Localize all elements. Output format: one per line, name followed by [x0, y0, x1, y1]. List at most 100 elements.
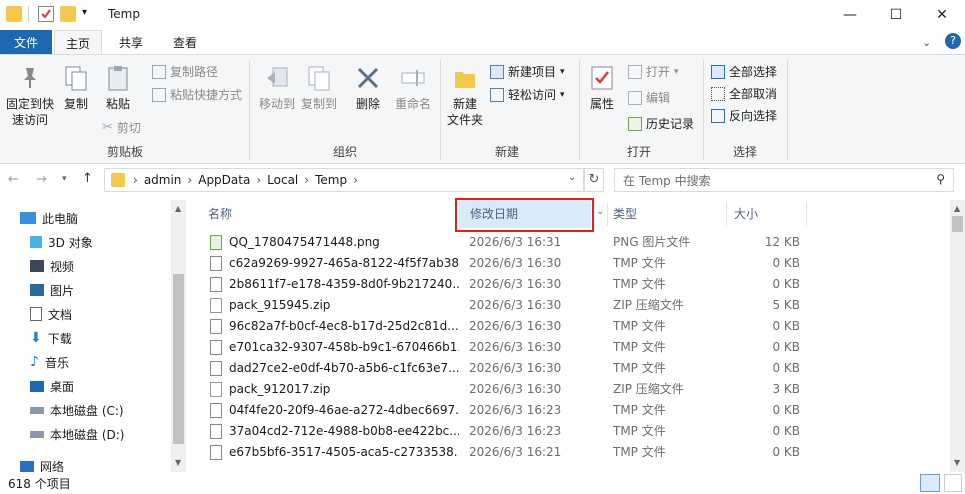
open-button[interactable]: 打开 ▾ [628, 63, 679, 80]
properties-qa-icon[interactable] [38, 6, 54, 22]
copy-path-icon [152, 64, 166, 79]
collapse-ribbon-icon[interactable]: ⌄ [922, 36, 931, 49]
rename-button[interactable]: 重命名 [390, 64, 436, 112]
easy-access-button[interactable]: 轻松访问 ▾ [490, 86, 565, 103]
minimize-button[interactable]: — [827, 0, 873, 30]
new-folder-button[interactable]: 新建 文件夹 [444, 64, 486, 128]
sidebar-item-documents[interactable]: 文档 [0, 302, 170, 326]
qa-dropdown-icon[interactable]: ▾ [82, 7, 87, 18]
new-item-button[interactable]: 新建项目 ▾ [490, 63, 565, 80]
file-row[interactable]: QQ_1780475471448.png 2026/6/3 16:31 PNG 图片… [190, 232, 950, 253]
search-input[interactable]: 在 Temp 中搜索 ⚲ [614, 168, 954, 192]
paste-shortcut-button[interactable]: 粘贴快捷方式 [152, 86, 242, 103]
sidebar-item-desktop[interactable]: 桌面 [0, 374, 170, 398]
invert-selection-button[interactable]: 反向选择 [711, 107, 777, 124]
column-divider[interactable] [726, 202, 727, 226]
properties-button[interactable]: 属性 [584, 64, 620, 112]
edit-button[interactable]: 编辑 [628, 89, 670, 106]
move-to-button[interactable]: 移动到 [256, 64, 298, 112]
column-divider[interactable] [607, 202, 608, 226]
scrollbar-thumb[interactable] [952, 216, 963, 232]
address-bar[interactable]: › admin › AppData › Local › Temp › [104, 168, 584, 192]
delete-label: 删除 [355, 97, 380, 111]
cut-button[interactable]: ✂ 剪切 [102, 119, 141, 136]
file-row[interactable]: 04f4fe20-20f9-46ae-a272-4dbec6697... 2026… [190, 400, 950, 421]
refresh-icon[interactable]: ↻ [584, 168, 604, 192]
scroll-up-icon[interactable]: ▲ [175, 204, 181, 213]
sidebar-item-network[interactable]: 网络 [0, 454, 170, 472]
sidebar-item-downloads[interactable]: ⬇ 下载 [0, 326, 170, 350]
file-row[interactable]: e701ca32-9307-458b-b9c1-670466b1... 2026/… [190, 337, 950, 358]
select-all-button[interactable]: 全部选择 [711, 63, 777, 80]
column-divider[interactable] [806, 202, 807, 226]
file-type: TMP 文件 [613, 256, 666, 270]
file-type: TMP 文件 [613, 424, 666, 438]
sidebar-item-videos[interactable]: 视频 [0, 254, 170, 278]
breadcrumb-appdata[interactable]: AppData [198, 173, 250, 187]
file-row[interactable]: e67b5bf6-3517-4505-aca5-c2733538... 2026/… [190, 442, 950, 463]
breadcrumb-admin[interactable]: admin [144, 173, 182, 187]
copy-path-button[interactable]: 复制路径 [152, 63, 218, 80]
recent-locations-icon[interactable]: ▾ [62, 174, 67, 184]
window-title: Temp [108, 7, 140, 21]
sidebar-item-drive-d[interactable]: 本地磁盘 (D:) [0, 422, 170, 446]
zip-file-icon [210, 382, 222, 397]
maximize-button[interactable]: ☐ [873, 0, 919, 30]
sidebar-item-music[interactable]: ♪ 音乐 [0, 350, 170, 374]
file-size: 12 KB [764, 235, 800, 249]
select-none-button[interactable]: 全部取消 [711, 85, 777, 102]
breadcrumb-local[interactable]: Local [267, 173, 298, 187]
history-icon [628, 116, 642, 131]
tmp-file-icon [210, 319, 222, 334]
history-button[interactable]: 历史记录 [628, 115, 694, 132]
file-row[interactable]: dad27ce2-e0df-4b70-a5b6-c1fc63e7... 2026/… [190, 358, 950, 379]
tab-view[interactable]: 查看 [160, 30, 210, 54]
pin-quick-access-button[interactable]: 固定到快 速访问 [2, 64, 58, 128]
column-filter-dropdown-icon[interactable]: ⌄ [596, 206, 604, 217]
sidebar-item-label: 此电脑 [42, 211, 79, 226]
file-list-scrollbar[interactable]: ▲ ▼ [950, 200, 965, 472]
tab-home[interactable]: 主页 [54, 30, 102, 55]
item-count: 618 个项目 [8, 477, 71, 491]
scroll-down-icon[interactable]: ▼ [175, 458, 181, 467]
address-dropdown-icon[interactable]: ⌄ [568, 172, 576, 183]
scrollbar-thumb[interactable] [173, 274, 184, 444]
file-row[interactable]: 96c82a7f-b0cf-4ec8-b17d-25d2c81d... 2026/… [190, 316, 950, 337]
column-header-name[interactable]: 名称 [208, 200, 232, 226]
tab-share[interactable]: 共享 [108, 30, 154, 54]
file-row[interactable]: pack_915945.zip 2026/6/3 16:30 ZIP 压缩文件 5 K… [190, 295, 950, 316]
title-bar [0, 0, 965, 30]
copy-to-button[interactable]: 复制到 [298, 64, 340, 112]
forward-arrow-icon[interactable]: → [36, 172, 47, 187]
column-header-type[interactable]: 类型 [613, 200, 637, 226]
pin-label: 固定到快 速访问 [5, 97, 54, 127]
new-folder-qa-icon[interactable] [60, 6, 76, 22]
column-header-size[interactable]: 大小 [734, 200, 758, 226]
breadcrumb-temp[interactable]: Temp [315, 173, 347, 187]
file-size: 0 KB [772, 403, 800, 417]
sidebar-item-pictures[interactable]: 图片 [0, 278, 170, 302]
close-button[interactable]: ✕ [919, 0, 965, 30]
file-row[interactable]: 37a04cd2-712e-4988-b0b8-ee422bc... 2026/6… [190, 421, 950, 442]
delete-button[interactable]: 删除 [350, 64, 386, 112]
scroll-down-icon[interactable]: ▼ [954, 458, 960, 467]
sidebar-item-3d-objects[interactable]: 3D 对象 [0, 230, 170, 254]
copy-button[interactable]: 复制 [60, 64, 92, 112]
file-row[interactable]: c62a9269-9927-465a-8122-4f5f7ab38... 2026… [190, 253, 950, 274]
large-icons-view-icon[interactable] [944, 474, 962, 492]
file-type: TMP 文件 [613, 403, 666, 417]
sidebar-item-drive-c[interactable]: 本地磁盘 (C:) [0, 398, 170, 422]
file-date: 2026/6/3 16:30 [469, 361, 562, 375]
dropdown-arrow-icon: ▾ [560, 89, 565, 100]
navigation-pane-scrollbar[interactable]: ▲ ▼ [171, 200, 186, 472]
paste-button[interactable]: 粘贴 [100, 64, 136, 112]
file-row[interactable]: 2b8611f7-e178-4359-8d0f-9b217240... 2026/… [190, 274, 950, 295]
back-arrow-icon[interactable]: ← [8, 172, 19, 187]
tab-file[interactable]: 文件 [0, 30, 52, 54]
file-row[interactable]: pack_912017.zip 2026/6/3 16:30 ZIP 压缩文件 3 K… [190, 379, 950, 400]
sidebar-item-this-pc[interactable]: 此电脑 [0, 206, 170, 230]
details-view-icon[interactable] [920, 474, 940, 492]
help-icon[interactable]: ? [945, 33, 961, 49]
up-arrow-icon[interactable]: ↑ [82, 171, 93, 186]
scroll-up-icon[interactable]: ▲ [954, 204, 960, 213]
